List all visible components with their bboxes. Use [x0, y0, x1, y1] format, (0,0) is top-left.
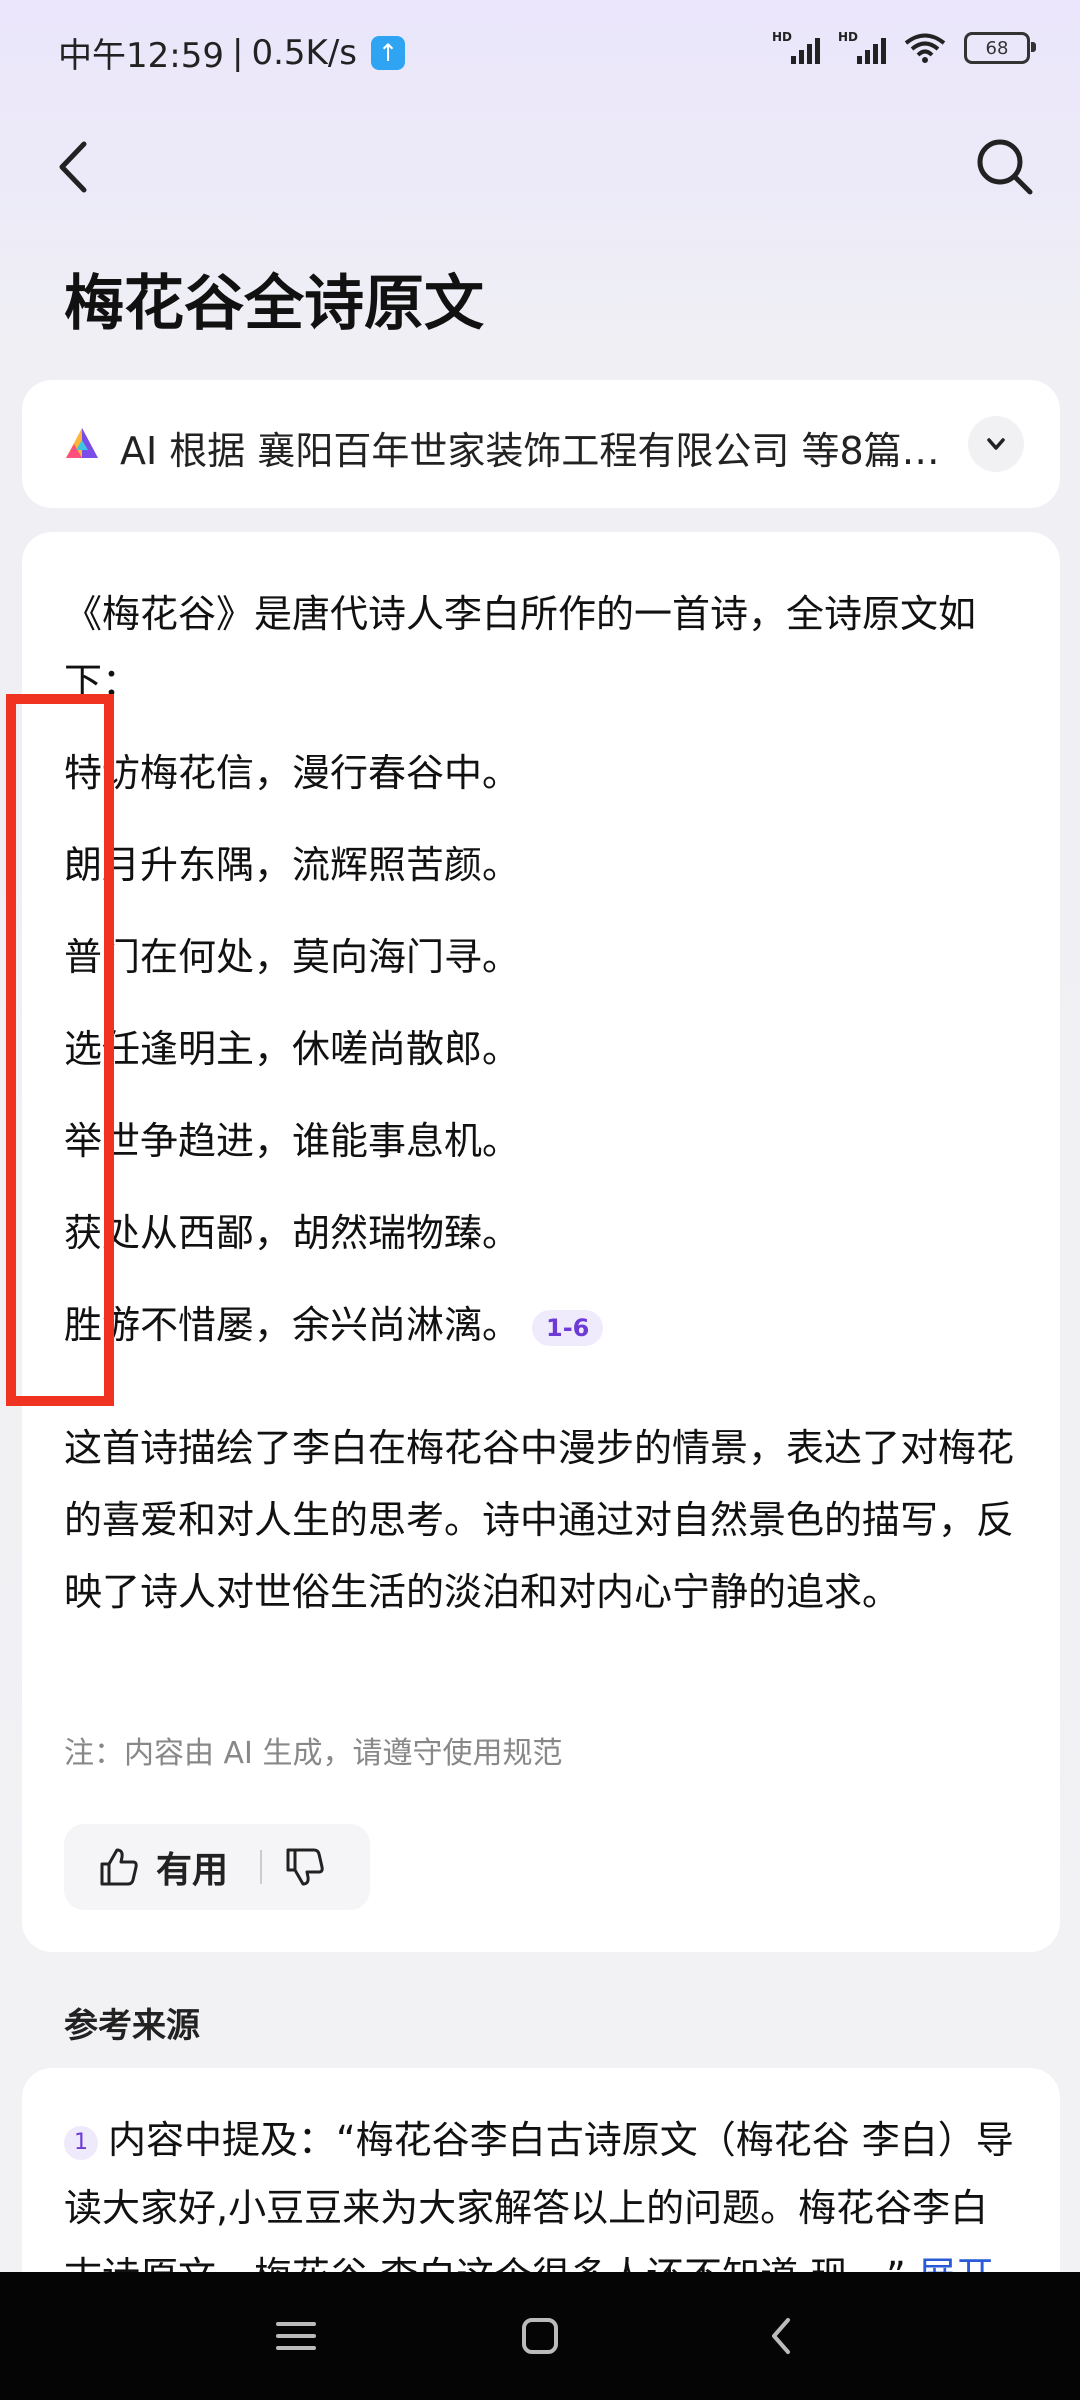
status-left: 中午12:59 | 0.5K/s ↑ [58, 28, 405, 77]
poem-line: 举世争趋进，谁能事息机。 [64, 1119, 521, 1163]
reference-text: 内容中提及：“梅花谷李白古诗原文（梅花谷 李白）导读大家好,小豆豆来为大家解答以… [64, 2118, 1014, 2288]
menu-icon [276, 2322, 316, 2350]
poem-line: 获处从西鄙，胡然瑞物臻。 [64, 1211, 521, 1255]
poem-line-text: 胜游不惜屡，余兴尚淋漓。 [64, 1303, 521, 1347]
feedback-bar: 有用 [64, 1824, 370, 1910]
recents-button[interactable] [266, 2306, 326, 2366]
wifi-icon [904, 33, 946, 63]
upload-arrow-icon: ↑ [371, 35, 405, 70]
system-nav-bar [0, 2272, 1080, 2400]
dislike-button[interactable] [284, 1846, 326, 1888]
reference-card[interactable]: 1 内容中提及：“梅花谷李白古诗原文（梅花谷 李白）导读大家好,小豆豆来为大家解答… [22, 2068, 1060, 2288]
chevron-left-icon [59, 141, 87, 193]
page-title: 梅花谷全诗原文 [64, 269, 484, 339]
back-button[interactable] [46, 132, 106, 202]
answer-intro: 《梅花谷》是唐代诗人李白所作的一首诗，全诗原文如下： [64, 592, 977, 704]
feedback-divider [260, 1850, 263, 1884]
citation-chip[interactable]: 1-6 [532, 1309, 604, 1346]
status-right: HD HD 68 [772, 30, 1036, 66]
hd-label: HD [772, 30, 793, 44]
ai-source-bar[interactable]: AI 根据 襄阳百年世家装饰工程有限公司 等8篇… [22, 380, 1060, 508]
thumbs-up-icon [100, 1848, 138, 1886]
thumbs-down-icon [286, 1848, 324, 1886]
signal-icon-2: HD [838, 30, 886, 66]
ai-logo-icon [66, 428, 98, 458]
ai-disclaimer: 注：内容由 AI 生成，请遵守使用规范 [64, 1736, 563, 1771]
status-separator: | [231, 32, 244, 73]
search-icon [977, 139, 1033, 195]
hd-label-2: HD [838, 30, 859, 44]
ai-source-text: AI 根据 襄阳百年世家装饰工程有限公司 等8篇… [120, 429, 940, 473]
battery-icon: 68 [964, 32, 1036, 64]
home-square-icon [522, 2318, 558, 2354]
status-bar: 中午12:59 | 0.5K/s ↑ HD HD 68 [0, 0, 1080, 100]
signal-icon: HD [772, 30, 820, 66]
useful-label: 有用 [156, 1850, 229, 1891]
chevron-left-icon [772, 2318, 790, 2354]
reference-number: 1 [64, 2125, 98, 2160]
chevron-down-icon [987, 438, 1005, 450]
references-title: 参考来源 [64, 2006, 200, 2046]
home-button[interactable] [510, 2306, 570, 2366]
poem-line: 普门在何处，莫向海门寻。 [64, 935, 521, 979]
poem-line: 选任逢明主，休嗟尚散郎。 [64, 1027, 521, 1071]
reference-item[interactable]: 1 内容中提及：“梅花谷李白古诗原文（梅花谷 李白）导读大家好,小豆豆来为大家解答… [64, 2106, 1024, 2288]
useful-button[interactable]: 有用 [64, 1824, 228, 1910]
poem-line-last: 胜游不惜屡，余兴尚淋漓。 1-6 [64, 1294, 604, 1349]
nav-back-button[interactable] [752, 2306, 812, 2366]
battery-level: 68 [985, 37, 1009, 59]
search-button[interactable] [970, 132, 1040, 202]
answer-summary: 这首诗描绘了李白在梅花谷中漫步的情景，表达了对梅花的喜爱和对人生的思考。诗中通过… [64, 1426, 1015, 1614]
status-time: 中午12:59 [58, 36, 224, 76]
poem-line: 特访梅花信，漫行春谷中。 [64, 751, 521, 795]
net-speed: 0.5K/s [251, 32, 357, 73]
poem-line: 朗月升东隅，流辉照苦颜。 [64, 843, 521, 887]
ai-source-expand-button[interactable] [968, 416, 1024, 472]
answer-card: 《梅花谷》是唐代诗人李白所作的一首诗，全诗原文如下： 特访梅花信，漫行春谷中。 … [22, 532, 1060, 1952]
